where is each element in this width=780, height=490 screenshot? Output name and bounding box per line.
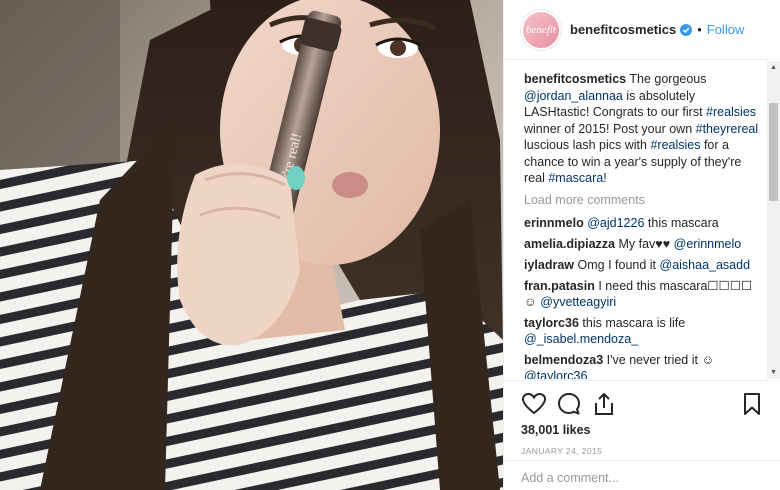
heart-icon[interactable] — [521, 391, 547, 417]
comment-text: winner of 2015! Post your own — [524, 121, 696, 136]
post-detail-panel: benefit benefitcosmetics • Follow benefi… — [503, 0, 780, 490]
comment-text: The gorgeous — [629, 72, 707, 86]
caption-username[interactable]: benefitcosmetics — [524, 72, 626, 86]
post-date: JANUARY 24, 2015 — [521, 446, 603, 456]
mention-link[interactable]: @taylorc36 — [524, 369, 587, 380]
mention-link[interactable]: @yvetteagyiri — [540, 295, 616, 309]
mention-link[interactable]: @erinnmelo — [674, 237, 742, 251]
scroll-up-arrow-icon[interactable]: ▲ — [767, 61, 780, 74]
comment-username[interactable]: taylorc36 — [524, 316, 579, 330]
comment-username[interactable]: amelia.dipiazza — [524, 237, 615, 251]
comment-item: fran.patasin I need this mascara☐☐☐☐ ☺ @… — [524, 278, 763, 310]
scroll-down-arrow-icon[interactable]: ▼ — [767, 366, 780, 379]
hashtag-link[interactable]: #realsies — [650, 138, 700, 152]
comment-item: iyladraw Omg I found it @aishaa_asadd — [524, 257, 763, 273]
comment-text: Omg I found it — [577, 257, 660, 272]
post-photo-illustration: they're real! — [0, 0, 503, 490]
comment-text: this mascara — [644, 215, 719, 230]
comment-bubble-icon[interactable] — [556, 391, 582, 417]
mention-link[interactable]: @ajd1226 — [587, 216, 644, 230]
post-photo[interactable]: they're real! — [0, 0, 503, 490]
comment-text: ! — [603, 171, 607, 185]
post-header: benefit benefitcosmetics • Follow — [504, 0, 780, 60]
comment-item: erinnmelo @ajd1226 this mascara — [524, 215, 763, 231]
comment-username[interactable]: belmendoza3 — [524, 353, 603, 367]
bookmark-icon[interactable] — [739, 391, 765, 417]
load-more-comments-button[interactable]: Load more comments — [524, 193, 763, 207]
header-separator: • — [697, 22, 702, 37]
comment-item: belmendoza3 I've never tried it ☺ @taylo… — [524, 352, 763, 380]
avatar-text: benefit — [526, 23, 556, 36]
add-comment-bar — [504, 460, 780, 490]
comment-username[interactable]: fran.patasin — [524, 279, 595, 293]
comments-list[interactable]: benefitcosmetics The gorgeous @jordan_al… — [504, 61, 769, 379]
post-actions: 38,001 likes JANUARY 24, 2015 — [504, 380, 780, 456]
mention-link[interactable]: @aishaa_asadd — [660, 258, 751, 272]
account-username[interactable]: benefitcosmetics — [570, 22, 676, 37]
verified-badge-icon — [680, 23, 693, 36]
mention-link[interactable]: @_isabel.mendoza_ — [524, 332, 638, 346]
comment-text: I've never tried it ☺ — [606, 352, 715, 367]
comment-username[interactable]: erinnmelo — [524, 216, 584, 230]
post-caption: benefitcosmetics The gorgeous @jordan_al… — [524, 71, 763, 187]
mention-link[interactable]: @jordan_alannaa — [524, 89, 623, 103]
share-icon[interactable] — [591, 391, 617, 417]
add-comment-input[interactable] — [521, 471, 761, 485]
likes-count[interactable]: 38,001 likes — [521, 423, 765, 437]
hashtag-link[interactable]: #mascara — [548, 171, 603, 185]
follow-button[interactable]: Follow — [707, 22, 745, 37]
comment-username[interactable]: iyladraw — [524, 258, 574, 272]
scrollbar-thumb[interactable] — [769, 103, 778, 201]
comment-item: taylorc36 this mascara is life @_isabel.… — [524, 315, 763, 347]
comment-item: amelia.dipiazza My fav♥♥ @erinnmelo — [524, 236, 763, 252]
hashtag-link[interactable]: #theyrereal — [696, 122, 759, 136]
comment-text: this mascara is life — [582, 315, 686, 330]
comment-text: My fav♥♥ — [618, 236, 674, 251]
avatar[interactable]: benefit — [521, 9, 561, 50]
comment-text: luscious lash pics with — [524, 138, 651, 152]
comments-scrollbar[interactable]: ▲ ▼ — [767, 61, 780, 379]
hashtag-link[interactable]: #realsies — [706, 105, 756, 119]
